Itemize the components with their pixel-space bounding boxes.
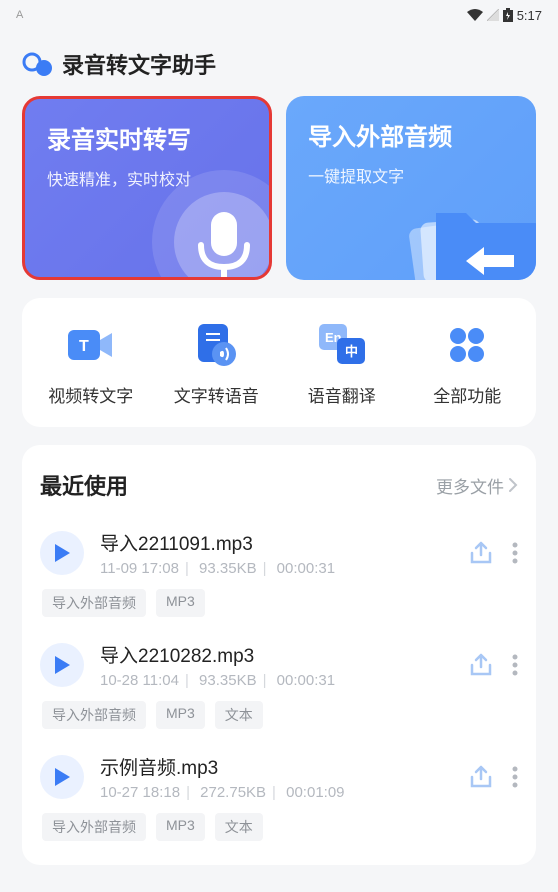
status-time: 5:17 xyxy=(517,8,542,23)
record-live-card[interactable]: 录音实时转写 快速精准，实时校对 xyxy=(22,96,272,280)
more-icon[interactable] xyxy=(512,654,518,676)
recent-header: 最近使用 更多文件 xyxy=(40,469,518,501)
share-icon[interactable] xyxy=(468,652,494,678)
recent-panel: 最近使用 更多文件 导入2211091.mp3 11-09 17:08 93.3… xyxy=(22,445,536,865)
feature-text-to-speech[interactable]: 文字转语音 xyxy=(154,322,280,407)
feature-grid: T 视频转文字 文字转语音 En中 语音翻译 全部功能 xyxy=(22,298,536,427)
file-size: 272.75KB xyxy=(180,784,266,801)
svg-text:T: T xyxy=(79,338,89,355)
feature-label: 文字转语音 xyxy=(174,382,259,407)
file-time: 10-28 11:04 xyxy=(100,672,179,689)
feature-video-to-text[interactable]: T 视频转文字 xyxy=(28,322,154,407)
play-icon xyxy=(53,767,71,787)
tag: 文本 xyxy=(215,701,263,729)
svg-text:中: 中 xyxy=(345,344,358,359)
play-button[interactable] xyxy=(40,531,84,575)
file-time: 11-09 17:08 xyxy=(100,560,179,577)
more-files-link[interactable]: 更多文件 xyxy=(436,473,518,498)
list-item[interactable]: 导入2211091.mp3 11-09 17:08 93.35KB 00:00:… xyxy=(40,519,518,631)
play-button[interactable] xyxy=(40,755,84,799)
file-name: 导入2210282.mp3 xyxy=(100,641,452,668)
grid-icon xyxy=(444,322,490,368)
feature-translate[interactable]: En中 语音翻译 xyxy=(279,322,405,407)
file-duration: 00:00:31 xyxy=(257,672,335,689)
file-duration: 00:01:09 xyxy=(266,784,344,801)
file-name: 示例音频.mp3 xyxy=(100,753,452,780)
play-icon xyxy=(53,543,71,563)
tag: MP3 xyxy=(156,589,205,617)
more-files-label: 更多文件 xyxy=(436,473,504,498)
battery-icon xyxy=(503,8,513,22)
file-size: 93.35KB xyxy=(179,560,257,577)
list-item[interactable]: 示例音频.mp3 10-27 18:18 272.75KB 00:01:09 导… xyxy=(40,743,518,855)
recent-list: 导入2211091.mp3 11-09 17:08 93.35KB 00:00:… xyxy=(40,519,518,855)
folder-arrow-icon xyxy=(406,195,536,280)
file-name: 导入2211091.mp3 xyxy=(100,529,452,556)
share-icon[interactable] xyxy=(468,540,494,566)
recent-title: 最近使用 xyxy=(40,469,128,501)
tag: MP3 xyxy=(156,813,205,841)
file-meta: 11-09 17:08 93.35KB 00:00:31 xyxy=(100,560,452,577)
play-icon xyxy=(53,655,71,675)
tag-row: 导入外部音频 MP3 文本 xyxy=(40,701,518,729)
tag: 文本 xyxy=(215,813,263,841)
video-text-icon: T xyxy=(68,322,114,368)
text-speech-icon xyxy=(193,322,239,368)
play-button[interactable] xyxy=(40,643,84,687)
status-right: 5:17 xyxy=(467,8,542,23)
feature-label: 全部功能 xyxy=(433,382,501,407)
hero-right-title: 导入外部音频 xyxy=(308,122,514,153)
status-bar: A 5:17 xyxy=(0,0,558,30)
feature-label: 视频转文字 xyxy=(48,382,133,407)
file-meta: 10-27 18:18 272.75KB 00:01:09 xyxy=(100,784,452,801)
app-logo-icon xyxy=(22,48,54,80)
microphone-icon xyxy=(149,167,272,280)
app-title: 录音转文字助手 xyxy=(62,48,216,80)
import-audio-card[interactable]: 导入外部音频 一键提取文字 xyxy=(286,96,536,280)
tag: 导入外部音频 xyxy=(42,701,146,729)
tag: MP3 xyxy=(156,701,205,729)
tag-row: 导入外部音频 MP3 xyxy=(40,589,518,617)
hero-cards: 录音实时转写 快速精准，实时校对 导入外部音频 一键提取文字 xyxy=(0,96,558,280)
file-duration: 00:00:31 xyxy=(257,560,335,577)
feature-label: 语音翻译 xyxy=(308,382,376,407)
tag: 导入外部音频 xyxy=(42,589,146,617)
more-icon[interactable] xyxy=(512,542,518,564)
chevron-right-icon xyxy=(508,477,518,493)
signal-icon xyxy=(487,9,499,21)
tag: 导入外部音频 xyxy=(42,813,146,841)
status-left: A xyxy=(16,9,23,21)
file-size: 93.35KB xyxy=(179,672,257,689)
app-header: 录音转文字助手 xyxy=(0,30,558,96)
tag-row: 导入外部音频 MP3 文本 xyxy=(40,813,518,841)
file-time: 10-27 18:18 xyxy=(100,784,180,801)
list-item[interactable]: 导入2210282.mp3 10-28 11:04 93.35KB 00:00:… xyxy=(40,631,518,743)
wifi-icon xyxy=(467,9,483,21)
file-meta: 10-28 11:04 93.35KB 00:00:31 xyxy=(100,672,452,689)
more-icon[interactable] xyxy=(512,766,518,788)
share-icon[interactable] xyxy=(468,764,494,790)
hero-right-sub: 一键提取文字 xyxy=(308,163,514,187)
feature-all[interactable]: 全部功能 xyxy=(405,322,531,407)
hero-left-title: 录音实时转写 xyxy=(47,125,247,156)
translate-icon: En中 xyxy=(319,322,365,368)
